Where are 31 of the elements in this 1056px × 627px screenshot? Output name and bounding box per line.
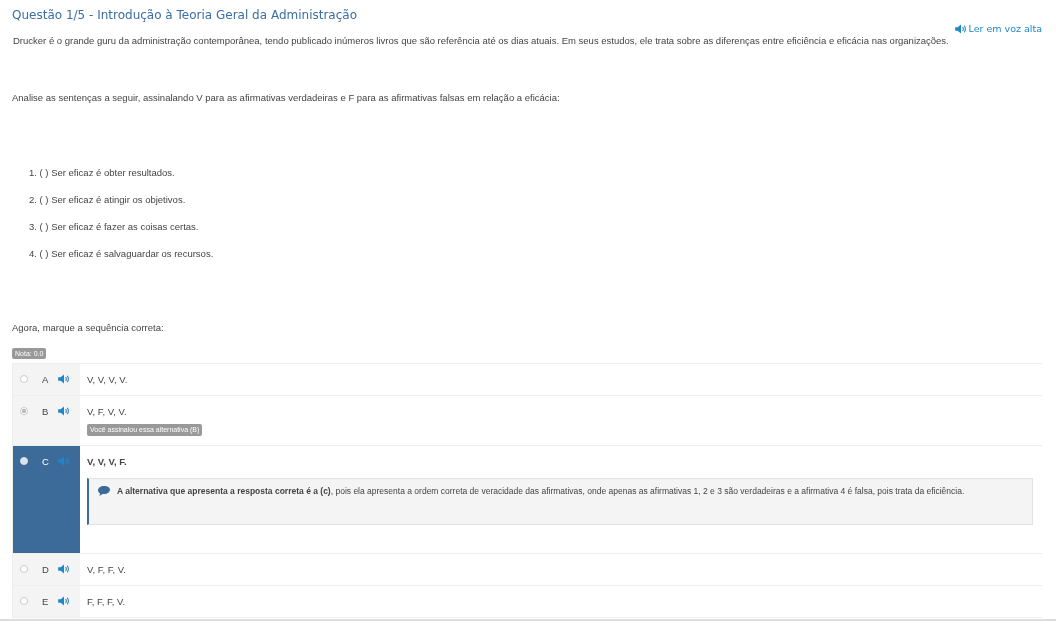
option-text: V, V, V, F. bbox=[87, 455, 128, 468]
option-letter: E bbox=[42, 595, 50, 608]
statement: 2. ( ) Ser eficaz é atingir os objetivos. bbox=[29, 194, 187, 206]
option-letter: D bbox=[42, 563, 50, 576]
option-letter: B bbox=[42, 405, 50, 418]
speech-bubble-icon bbox=[97, 485, 111, 497]
option-text: V, F, F, V. bbox=[87, 563, 127, 576]
radio-button[interactable] bbox=[20, 565, 28, 573]
statement: 3. ( ) Ser eficaz é fazer as coisas certas. bbox=[29, 221, 200, 233]
radio-button[interactable] bbox=[20, 597, 28, 605]
option-text: V, V, V, V. bbox=[87, 373, 129, 386]
question-text: Analise as sentenças a seguir, assinalando V para as afirmativas verdadeiras e F para as afirmativas falsas em relação a eficácia: bbox=[12, 92, 561, 104]
radio-button[interactable] bbox=[20, 407, 28, 415]
question-title: Questão 1/5 - Introdução à Teoria Geral da Administração bbox=[12, 7, 358, 24]
option-text: V, F, V, V. bbox=[87, 405, 128, 418]
statement: 1. ( ) Ser eficaz é obter resultados. bbox=[29, 167, 176, 179]
speaker-icon[interactable] bbox=[58, 564, 70, 574]
option-letter: C bbox=[42, 455, 50, 468]
radio-button[interactable] bbox=[20, 375, 28, 383]
read-aloud-link[interactable]: Ler em voz alta bbox=[954, 23, 1042, 34]
feedback-text: A alternativa que apresenta a resposta correta é a (c), pois ela apresenta a ordem correta de veracidade das afirmativas, onde apenas as afirmativas 1, 2 e 3 são verdadeiras e a afirmativa 4 é falsa, pois trata da eficiência. bbox=[117, 485, 965, 497]
speaker-icon[interactable] bbox=[58, 596, 70, 606]
question-text: Drucker é o grande guru da administração contemporânea, tendo publicado inúmeros livros que são referência até os dias atuais. Em seus estudos, ele trata sobre as diferenças entre eficiência e eficácia nas organizações. bbox=[13, 35, 950, 47]
statement: 4. ( ) Ser eficaz é salvaguardar os recursos. bbox=[29, 248, 215, 260]
option-text: F, F, F, V. bbox=[87, 595, 127, 608]
speaker-icon bbox=[954, 23, 967, 34]
option-letter: A bbox=[42, 373, 50, 386]
prompt-text: Agora, marque a sequência correta: bbox=[12, 322, 165, 334]
speaker-icon[interactable] bbox=[58, 406, 70, 416]
speaker-icon[interactable] bbox=[58, 374, 70, 384]
radio-button[interactable] bbox=[20, 457, 28, 465]
